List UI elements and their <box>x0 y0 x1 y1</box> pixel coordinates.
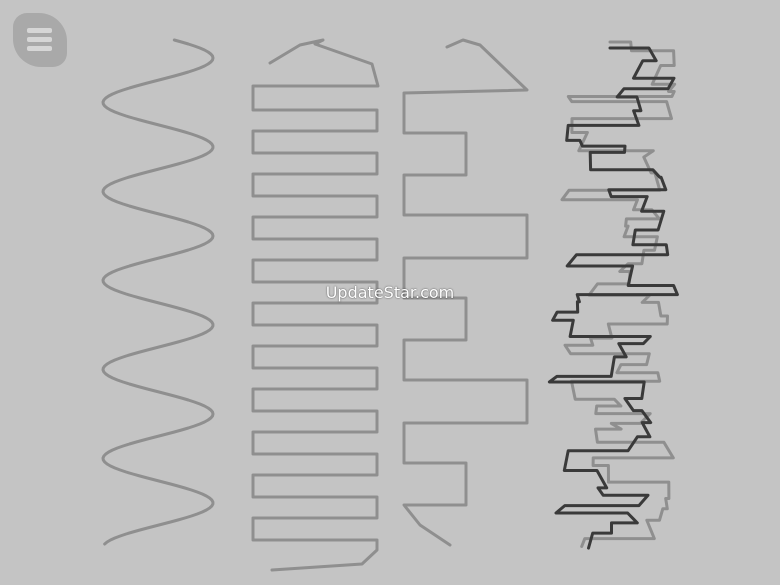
scribble-dark-trace <box>547 46 679 550</box>
sine-wave-trace <box>101 38 215 546</box>
square-wave-dense-trace <box>251 38 380 572</box>
game-screen: UpdateStar.com <box>0 0 780 585</box>
drawing-canvas[interactable] <box>0 0 780 585</box>
menu-button[interactable] <box>13 13 67 67</box>
square-wave-irregular-trace <box>402 38 529 547</box>
